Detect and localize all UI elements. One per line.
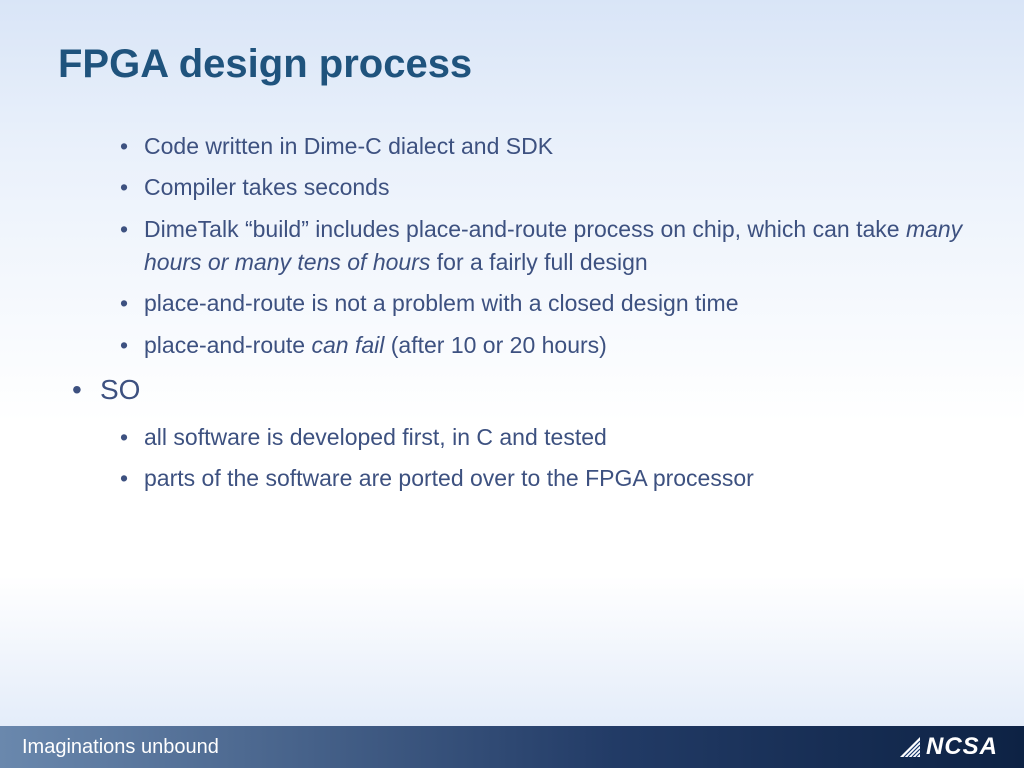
slide: FPGA design process Code written in Dime… (0, 0, 1024, 768)
bullet-list: Code written in Dime-C dialect and SDK C… (72, 130, 964, 495)
bullet-item-so: SO (72, 370, 964, 411)
footer-bar: Imaginations unbound NCSA (0, 726, 1024, 768)
bullet-text: DimeTalk “build” includes place-and-rout… (144, 216, 906, 242)
bullet-item: parts of the software are ported over to… (116, 462, 964, 495)
bullet-text: Compiler takes seconds (144, 174, 389, 200)
bullet-item: Code written in Dime-C dialect and SDK (116, 130, 964, 163)
ncsa-logo-icon (898, 735, 922, 759)
bullet-item: place-and-route is not a problem with a … (116, 287, 964, 320)
bullet-text: parts of the software are ported over to… (144, 465, 754, 491)
footer-tagline: Imaginations unbound (22, 736, 219, 759)
slide-content: Code written in Dime-C dialect and SDK C… (72, 130, 964, 503)
ncsa-logo: NCSA (898, 733, 998, 761)
bullet-emphasis: can fail (312, 332, 385, 358)
bullet-text: (after 10 or 20 hours) (384, 332, 606, 358)
bullet-text: SO (100, 374, 140, 405)
bullet-item: all software is developed first, in C an… (116, 421, 964, 454)
bullet-text: place-and-route is not a problem with a … (144, 290, 739, 316)
slide-title: FPGA design process (58, 42, 472, 87)
bullet-text: Code written in Dime-C dialect and SDK (144, 133, 553, 159)
bullet-item: Compiler takes seconds (116, 171, 964, 204)
bullet-item: DimeTalk “build” includes place-and-rout… (116, 213, 964, 280)
ncsa-logo-text: NCSA (926, 733, 998, 761)
bullet-text: for a fairly full design (430, 249, 647, 275)
bullet-text: all software is developed first, in C an… (144, 424, 607, 450)
bullet-item: place-and-route can fail (after 10 or 20… (116, 329, 964, 362)
bullet-text: place-and-route (144, 332, 312, 358)
